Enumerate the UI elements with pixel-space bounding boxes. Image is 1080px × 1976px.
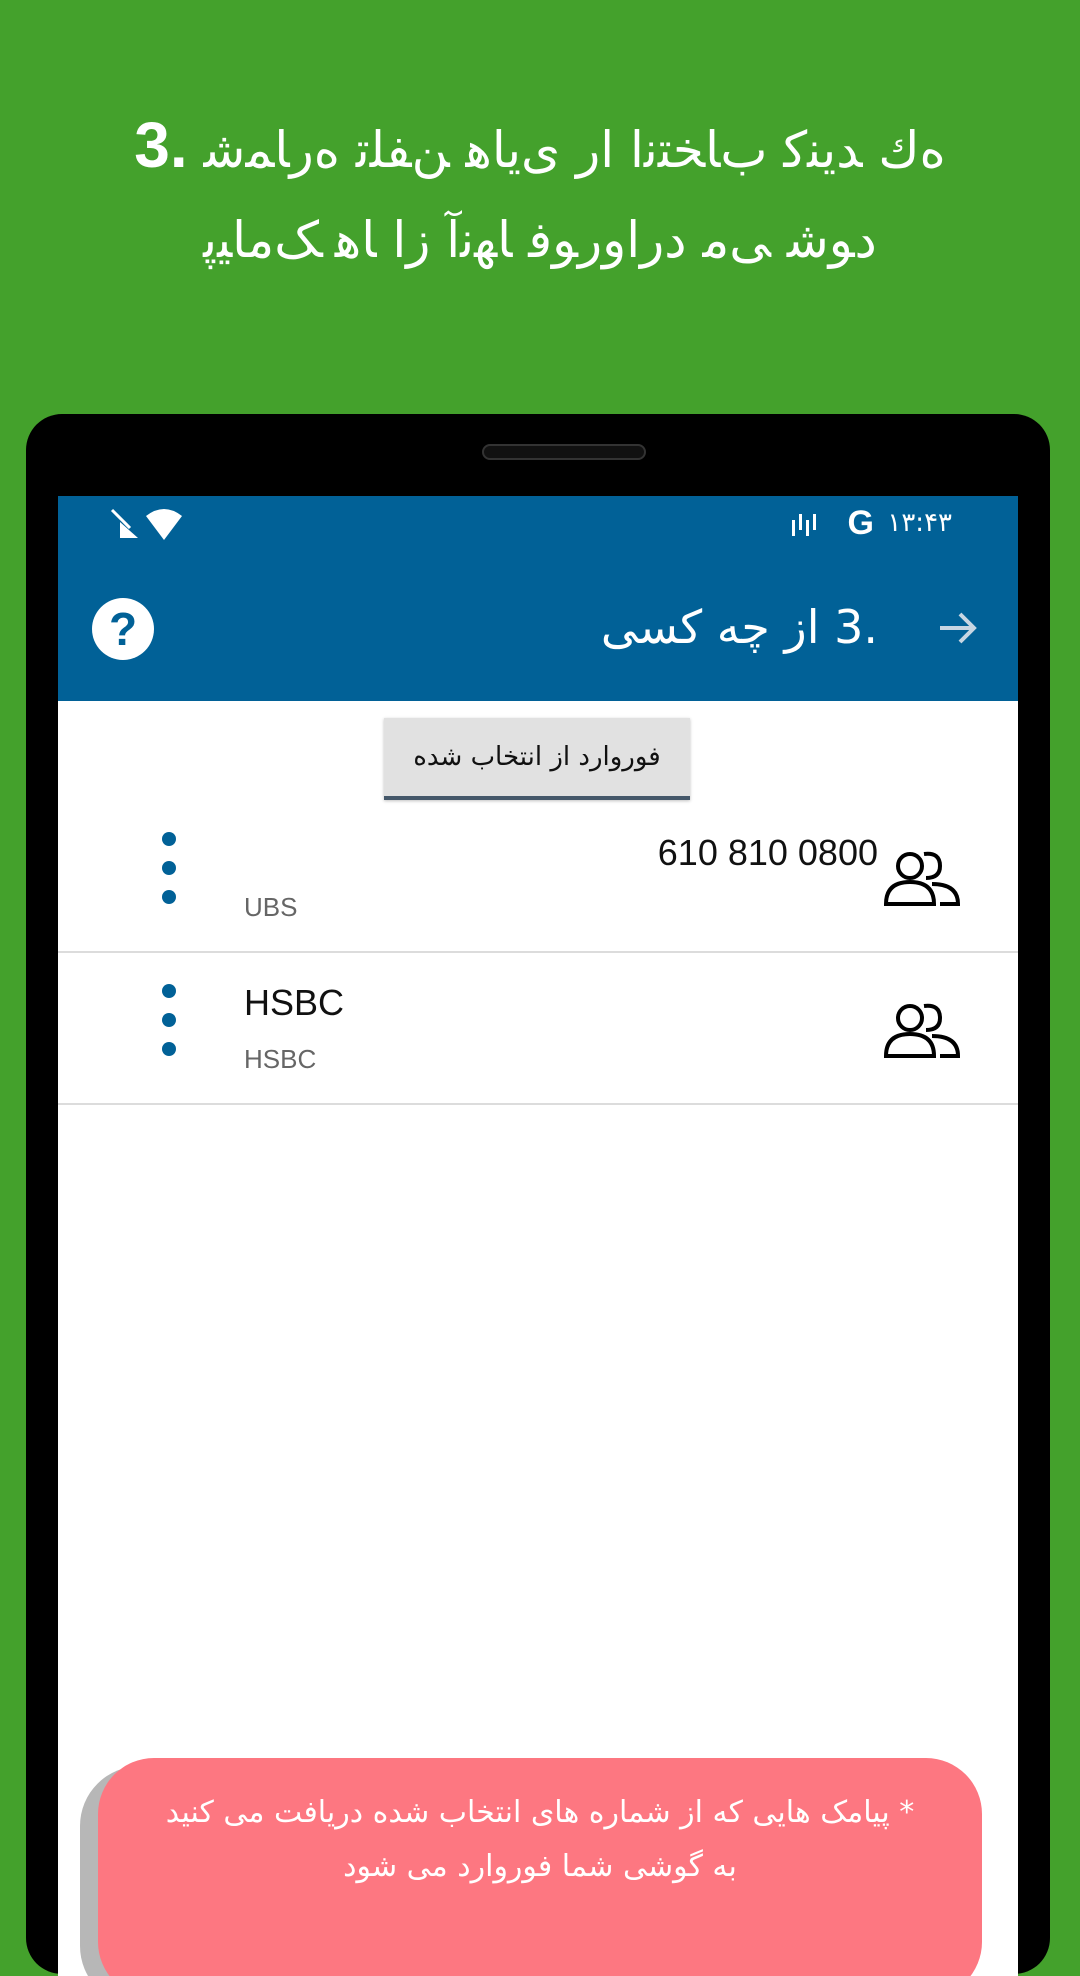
info-toast: * پیامک هایی که از شماره های انتخاب شده … [98, 1758, 982, 1976]
status-time: ۱۳:۴۳ [887, 508, 952, 538]
app-bar: ? .3 از چه کسی [58, 556, 1018, 701]
group-contacts-icon [883, 851, 961, 906]
contact-row[interactable]: HSBC HSBC [58, 954, 1018, 1105]
phone-speaker [482, 444, 646, 460]
contact-subtitle: HSBC [244, 1044, 317, 1074]
help-button[interactable]: ? [92, 598, 154, 660]
google-status-icon: G [847, 504, 874, 542]
arrow-right-icon[interactable] [934, 604, 982, 652]
wifi-icon [146, 509, 182, 540]
no-signal-icon [110, 508, 138, 538]
contact-title: 610 810 0800 [657, 832, 878, 873]
help-icon: ? [108, 603, 138, 655]
promo-step-number: 3. [134, 109, 188, 181]
network-activity-icon [792, 514, 816, 536]
phone-frame: G ۱۳:۴۳ ? .3 از چه کسی فوروارد از انتخاب… [26, 414, 1050, 1976]
contact-subtitle: UBS [244, 892, 298, 922]
promo-headline-line-1: 3. ﻩﻙ ﺪﯾﻨﮐ ﺏﺎﺨﺘﻧﺍ ﺍﺭ ﯼﯾﺎﻫ ﻦﻔﻠﺗ ﻩﺭﺎﻤﺷ [20, 100, 1060, 195]
group-contacts-icon [883, 1003, 961, 1058]
promo-headline: 3. ﻩﻙ ﺪﯾﻨﮐ ﺏﺎﺨﺘﻧﺍ ﺍﺭ ﯼﯾﺎﻫ ﻦﻔﻠﺗ ﻩﺭﺎﻤﺷ ﺩﻮﺷ… [20, 100, 1060, 285]
more-options-icon[interactable] [154, 832, 184, 904]
page-title: .3 از چه کسی [600, 600, 878, 654]
promo-headline-text-1: ﻩﻙ ﺪﯾﻨﮐ ﺏﺎﺨﺘﻧﺍ ﺍﺭ ﯼﯾﺎﻫ ﻦﻔﻠﺗ ﻩﺭﺎﻤﺷ [203, 121, 946, 179]
contact-row[interactable]: 610 810 0800 UBS [58, 802, 1018, 953]
promo-headline-line-2: ﺩﻮﺷ ﯽﻣ ﺩﺭﺍﻭﺭﻮﻓ ﺎﻬﻧﺁ ﺯﺍ ﺎﻫ ﮏﻣﺎﯿﭘ [203, 211, 877, 269]
forward-from-selected-button[interactable]: فوروارد از انتخاب شده [384, 718, 690, 800]
phone-screen: G ۱۳:۴۳ ? .3 از چه کسی فوروارد از انتخاب… [58, 496, 1018, 1976]
contact-title: HSBC [244, 982, 345, 1023]
more-options-icon[interactable] [154, 984, 184, 1056]
status-bar: G ۱۳:۴۳ [58, 496, 1018, 556]
